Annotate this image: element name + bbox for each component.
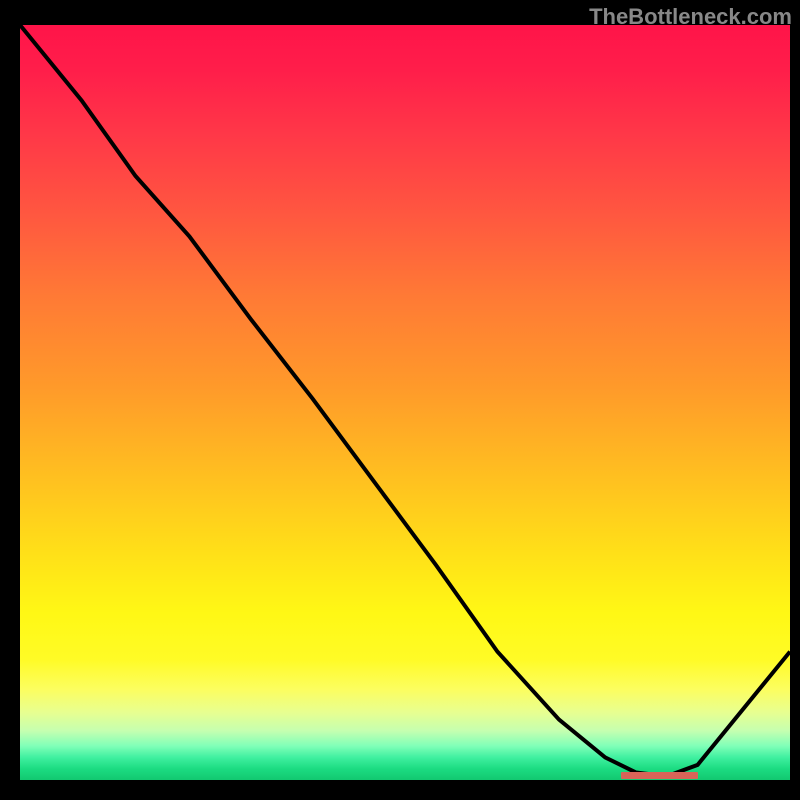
bottleneck-marker [621, 772, 698, 779]
watermark-text: TheBottleneck.com [589, 4, 792, 30]
plot-area [20, 25, 790, 780]
chart-container: TheBottleneck.com [0, 0, 800, 800]
curve-svg [20, 25, 790, 780]
curve-line [20, 25, 790, 776]
